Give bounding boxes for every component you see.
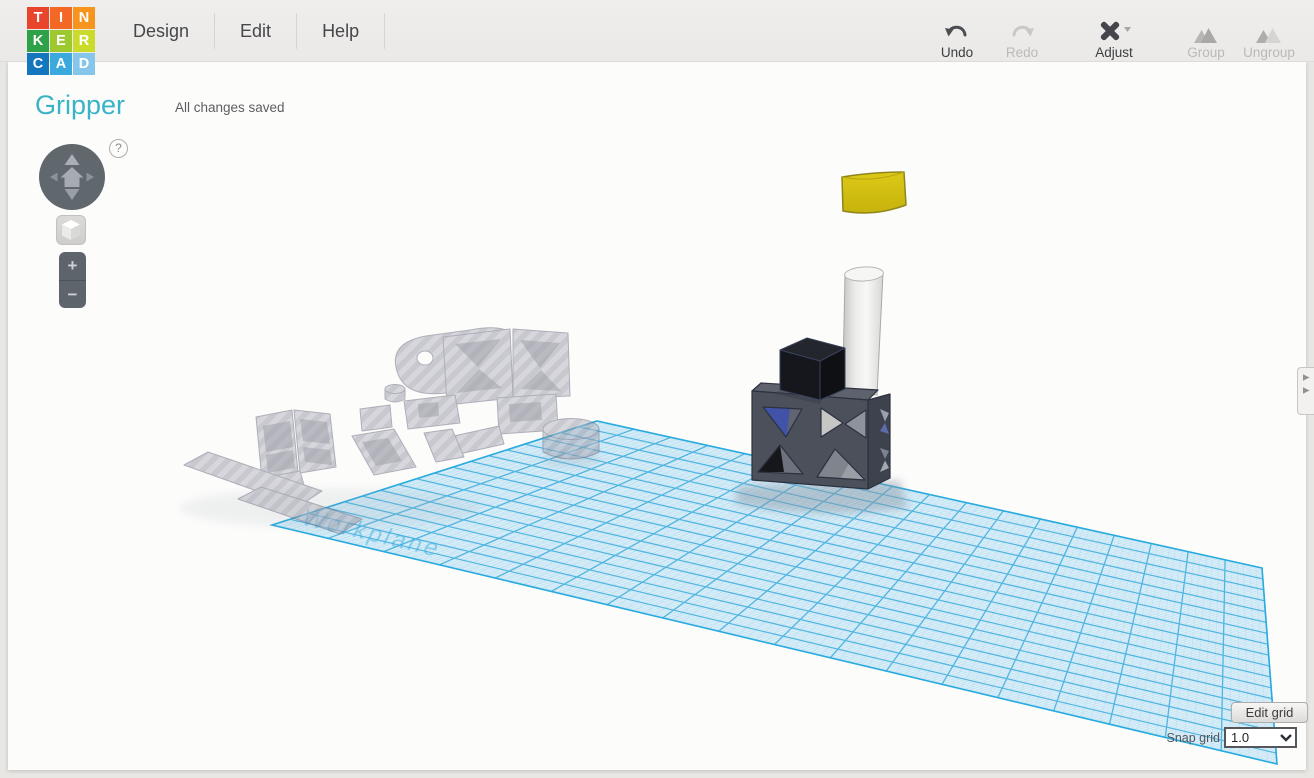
snap-grid-value: 1.0 — [1231, 730, 1250, 745]
logo-tile: C — [27, 53, 49, 75]
edit-grid-button[interactable]: Edit grid — [1231, 702, 1308, 723]
chevron-down-icon — [1277, 733, 1295, 742]
logo-tile: E — [50, 30, 72, 52]
snap-grid-label: Snap grid — [1166, 731, 1220, 745]
zoom-in-button[interactable]: + — [59, 252, 86, 280]
tinkercad-logo[interactable]: T I N K E R C A D — [27, 7, 95, 75]
help-button[interactable]: ? — [109, 139, 128, 158]
undo-icon — [920, 13, 994, 44]
ungroup-icon — [1232, 13, 1306, 44]
cube-icon — [62, 220, 80, 240]
object-yellow-cylinder[interactable] — [841, 171, 907, 214]
undo-button[interactable]: Undo — [920, 13, 994, 60]
save-status: All changes saved — [175, 100, 285, 115]
view-cube-button[interactable] — [56, 215, 86, 245]
adjust-icon — [1077, 13, 1151, 44]
adjust-button[interactable]: Adjust — [1077, 13, 1151, 60]
redo-button[interactable]: Redo — [985, 13, 1059, 60]
menu-design[interactable]: Design — [108, 21, 214, 42]
logo-tile: R — [73, 30, 95, 52]
panel-tab-icon — [1302, 387, 1310, 394]
zoom-control: + − — [59, 252, 86, 308]
panel-tab-icon — [1302, 374, 1310, 381]
logo-tile: K — [27, 30, 49, 52]
view-navigation-pad[interactable] — [39, 144, 105, 210]
zoom-out-button[interactable]: − — [59, 280, 86, 308]
menu-divider — [384, 13, 386, 49]
dropdown-arrow-icon — [1124, 27, 1131, 32]
main-menu: Design Edit Help — [108, 0, 386, 62]
collapsed-panel-tab[interactable] — [1297, 367, 1314, 415]
viewport-canvas[interactable]: Workplane — [0, 0, 1314, 778]
logo-tile: A — [50, 53, 72, 75]
logo-tile: I — [50, 7, 72, 29]
menu-help[interactable]: Help — [297, 21, 384, 42]
object-white-cylinder[interactable] — [841, 266, 884, 396]
menu-edit[interactable]: Edit — [215, 21, 296, 42]
ungroup-button[interactable]: Ungroup — [1232, 13, 1306, 60]
object-black-cube[interactable] — [776, 337, 846, 404]
snap-grid-select[interactable]: 1.0 — [1224, 727, 1297, 748]
redo-icon — [985, 13, 1059, 44]
logo-tile: T — [27, 7, 49, 29]
logo-tile: N — [73, 7, 95, 29]
design-title[interactable]: Gripper — [35, 90, 125, 121]
logo-tile: D — [73, 53, 95, 75]
ghost-cylinder-top[interactable] — [542, 418, 600, 440]
